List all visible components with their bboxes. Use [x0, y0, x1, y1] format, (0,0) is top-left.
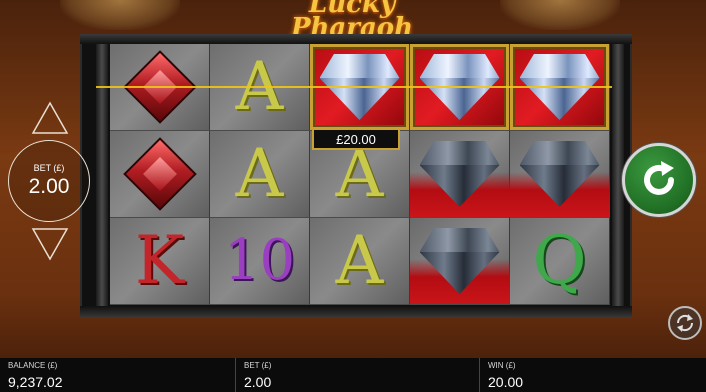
reel-1-row-3: K — [110, 218, 210, 305]
reel-2-row-3: 10 — [210, 218, 310, 305]
autoplay-button[interactable] — [668, 306, 702, 340]
symbol-a: A — [335, 222, 384, 299]
spin-arrow-icon — [644, 161, 674, 195]
reel-5-row-2 — [510, 131, 610, 218]
spin-button[interactable] — [622, 143, 696, 217]
symbol-q: Q — [532, 222, 587, 299]
win-value: 20.00 — [488, 374, 524, 390]
win-panel: WIN (£) 20.00 — [480, 358, 706, 392]
reel-3-row-3: A — [310, 218, 410, 305]
red-gem-icon — [125, 140, 194, 208]
diamond-icon — [419, 228, 500, 294]
reel-frame-top — [80, 34, 632, 44]
pillar-left — [96, 44, 108, 306]
balance-label: BALANCE (£) — [8, 361, 58, 370]
balance-value: 9,237.02 — [8, 374, 63, 390]
status-bar: BALANCE (£) 9,237.02 BET (£) 2.00 WIN (£… — [0, 358, 706, 392]
win-label: WIN (£) — [488, 361, 516, 370]
bet-display: BET (£) 2.00 — [8, 140, 90, 222]
reel-2-row-2: A — [210, 131, 310, 218]
bet-decrease-button[interactable] — [30, 226, 70, 262]
balance-panel: BALANCE (£) 9,237.02 — [0, 358, 236, 392]
reel-frame-bottom — [80, 306, 632, 318]
winning-payline — [96, 86, 612, 88]
diamond-icon — [519, 141, 600, 207]
bet-panel: BET (£) 2.00 — [236, 358, 480, 392]
autoplay-icon — [676, 314, 694, 332]
bet-display-value: 2.00 — [28, 175, 70, 198]
line-win-amount: £20.00 — [312, 128, 400, 150]
winged-emblem-left-icon — [60, 0, 180, 30]
reel-1-row-2 — [110, 131, 210, 218]
triangle-up-icon — [31, 101, 69, 134]
symbol-10: 10 — [223, 228, 296, 293]
symbol-a: A — [235, 135, 284, 212]
triangle-down-icon — [31, 228, 69, 261]
game-header: Lucky Pharaoh — [0, 0, 706, 41]
bet-value: 2.00 — [244, 374, 272, 390]
diamond-icon — [419, 141, 500, 207]
reel-4-row-3 — [410, 218, 510, 305]
reel-5-row-3: Q — [510, 218, 610, 305]
bet-increase-button[interactable] — [30, 100, 70, 136]
bet-label: BET (£) — [244, 361, 272, 370]
symbol-k: K — [134, 222, 185, 299]
bet-display-label: BET (£) — [33, 163, 65, 173]
winged-emblem-right-icon — [500, 0, 620, 30]
symbol-a: A — [335, 135, 384, 212]
reel-grid: A A A K 10 A Q — [110, 44, 610, 306]
reel-4-row-2 — [410, 131, 510, 218]
